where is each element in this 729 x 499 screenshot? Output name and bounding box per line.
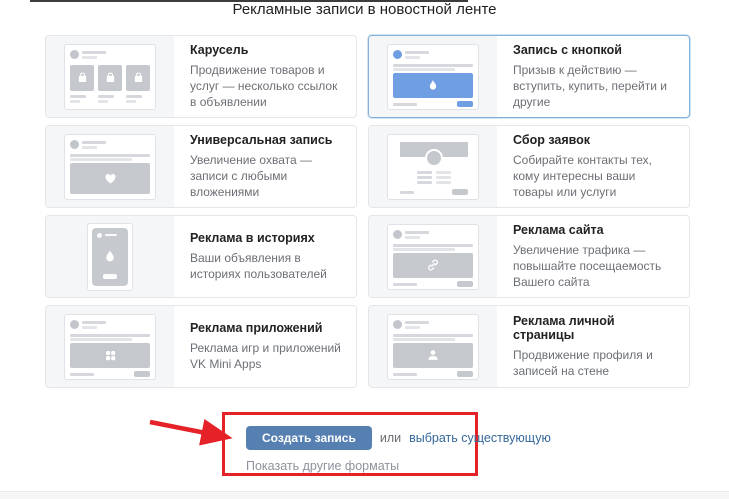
ad-image-placeholder xyxy=(393,253,473,278)
form-button-placeholder xyxy=(452,189,468,195)
card-description: Собирайте контакты тех, кому интересны в… xyxy=(513,152,675,200)
create-post-row: Создать запись или выбрать существующую xyxy=(246,426,551,450)
card-info: Реклама в историях Ваши объявления в ист… xyxy=(174,216,356,297)
card-title: Запись с кнопкой xyxy=(513,43,675,57)
card-thumbnail xyxy=(46,126,174,207)
thumbnail-mockup xyxy=(64,134,156,200)
format-card-lead-forms[interactable]: Сбор заявок Собирайте контакты тех, кому… xyxy=(368,125,690,208)
thumbnail-mockup xyxy=(387,314,479,380)
format-card-site-ads[interactable]: Реклама сайта Увеличение трафика — повыш… xyxy=(368,215,690,298)
cta-button-placeholder xyxy=(457,281,473,287)
card-description: Продвижение товаров и услуг — несколько … xyxy=(190,62,342,110)
shopping-bag-icon xyxy=(76,71,89,84)
card-title: Реклама в историях xyxy=(190,231,342,245)
card-description: Реклама игр и приложений VK Mini Apps xyxy=(190,340,342,372)
card-info: Реклама сайта Увеличение трафика — повыш… xyxy=(497,216,689,297)
avatar-placeholder xyxy=(70,140,79,149)
card-title: Универсальная запись xyxy=(190,133,342,147)
flame-icon xyxy=(427,78,439,92)
card-thumbnail xyxy=(369,126,497,207)
card-thumbnail xyxy=(369,306,497,387)
card-title: Сбор заявок xyxy=(513,133,675,147)
thumbnail-mockup xyxy=(64,314,156,380)
card-thumbnail xyxy=(46,306,174,387)
person-icon xyxy=(426,348,440,362)
thumbnail-mockup xyxy=(387,134,479,200)
annotation-arrow xyxy=(146,414,246,448)
shopping-bag-icon xyxy=(104,71,117,84)
create-post-button[interactable]: Создать запись xyxy=(246,426,372,450)
card-thumbnail xyxy=(369,216,497,297)
card-info: Сбор заявок Собирайте контакты тех, кому… xyxy=(497,126,689,207)
card-info: Запись с кнопкой Призыв к действию — вст… xyxy=(497,36,689,117)
card-title: Реклама сайта xyxy=(513,223,675,237)
card-title: Карусель xyxy=(190,43,342,57)
card-description: Призыв к действию — вступить, купить, пе… xyxy=(513,62,675,110)
product-tile xyxy=(70,65,94,91)
ad-image-placeholder xyxy=(70,163,150,194)
card-thumbnail xyxy=(46,216,174,297)
story-placeholder xyxy=(92,228,128,286)
card-description: Увеличение трафика — повышайте посещаемо… xyxy=(513,242,675,290)
card-thumbnail xyxy=(369,36,497,117)
bottom-strip xyxy=(0,491,729,499)
page: Рекламные записи в новостной ленте xyxy=(0,0,729,499)
card-description: Ваши объявления в историях пользователей xyxy=(190,250,342,282)
thumbnail-mockup xyxy=(387,224,479,290)
format-card-universal-post[interactable]: Универсальная запись Увеличение охвата —… xyxy=(45,125,357,208)
ad-format-grid: Карусель Продвижение товаров и услуг — н… xyxy=(45,35,690,388)
avatar-placeholder xyxy=(393,50,402,59)
format-card-post-with-button[interactable]: Запись с кнопкой Призыв к действию — вст… xyxy=(368,35,690,118)
product-tile xyxy=(98,65,122,91)
card-title: Реклама приложений xyxy=(190,321,342,335)
thumbnail-mockup xyxy=(87,223,133,291)
link-icon xyxy=(426,258,440,272)
form-avatar-placeholder xyxy=(425,149,443,167)
card-info: Реклама приложений Реклама игр и приложе… xyxy=(174,306,356,387)
shopping-bag-icon xyxy=(132,71,145,84)
ad-image-placeholder xyxy=(70,343,150,368)
cta-button-placeholder xyxy=(457,101,473,107)
apps-grid-icon xyxy=(104,349,117,362)
choose-existing-link[interactable]: выбрать существующую xyxy=(409,431,551,445)
avatar-placeholder xyxy=(393,320,402,329)
thumbnail-mockup xyxy=(387,44,479,110)
card-thumbnail xyxy=(46,36,174,117)
show-other-formats-link[interactable]: Показать другие форматы xyxy=(246,459,399,473)
flame-icon xyxy=(103,248,117,264)
or-text: или xyxy=(380,431,401,445)
card-description: Продвижение профиля и записей на стене xyxy=(513,347,675,379)
format-card-app-ads[interactable]: Реклама приложений Реклама игр и приложе… xyxy=(45,305,357,388)
heart-icon xyxy=(103,171,118,185)
format-card-stories-ads[interactable]: Реклама в историях Ваши объявления в ист… xyxy=(45,215,357,298)
avatar-placeholder xyxy=(70,320,79,329)
card-title: Реклама личной страницы xyxy=(513,314,675,342)
format-card-personal-page-ads[interactable]: Реклама личной страницы Продвижение проф… xyxy=(368,305,690,388)
avatar-placeholder xyxy=(393,230,402,239)
card-info: Универсальная запись Увеличение охвата —… xyxy=(174,126,356,207)
card-description: Увеличение охвата — записи с любыми влож… xyxy=(190,152,342,200)
card-info: Карусель Продвижение товаров и услуг — н… xyxy=(174,36,356,117)
page-title: Рекламные записи в новостной ленте xyxy=(0,1,729,18)
ad-image-placeholder xyxy=(393,343,473,368)
ad-image-placeholder xyxy=(393,73,473,98)
card-info: Реклама личной страницы Продвижение проф… xyxy=(497,306,689,387)
product-tile xyxy=(126,65,150,91)
format-card-carousel[interactable]: Карусель Продвижение товаров и услуг — н… xyxy=(45,35,357,118)
cta-button-placeholder xyxy=(457,371,473,377)
avatar-placeholder xyxy=(70,50,79,59)
thumbnail-mockup xyxy=(64,44,156,110)
cta-button-placeholder xyxy=(134,371,150,377)
